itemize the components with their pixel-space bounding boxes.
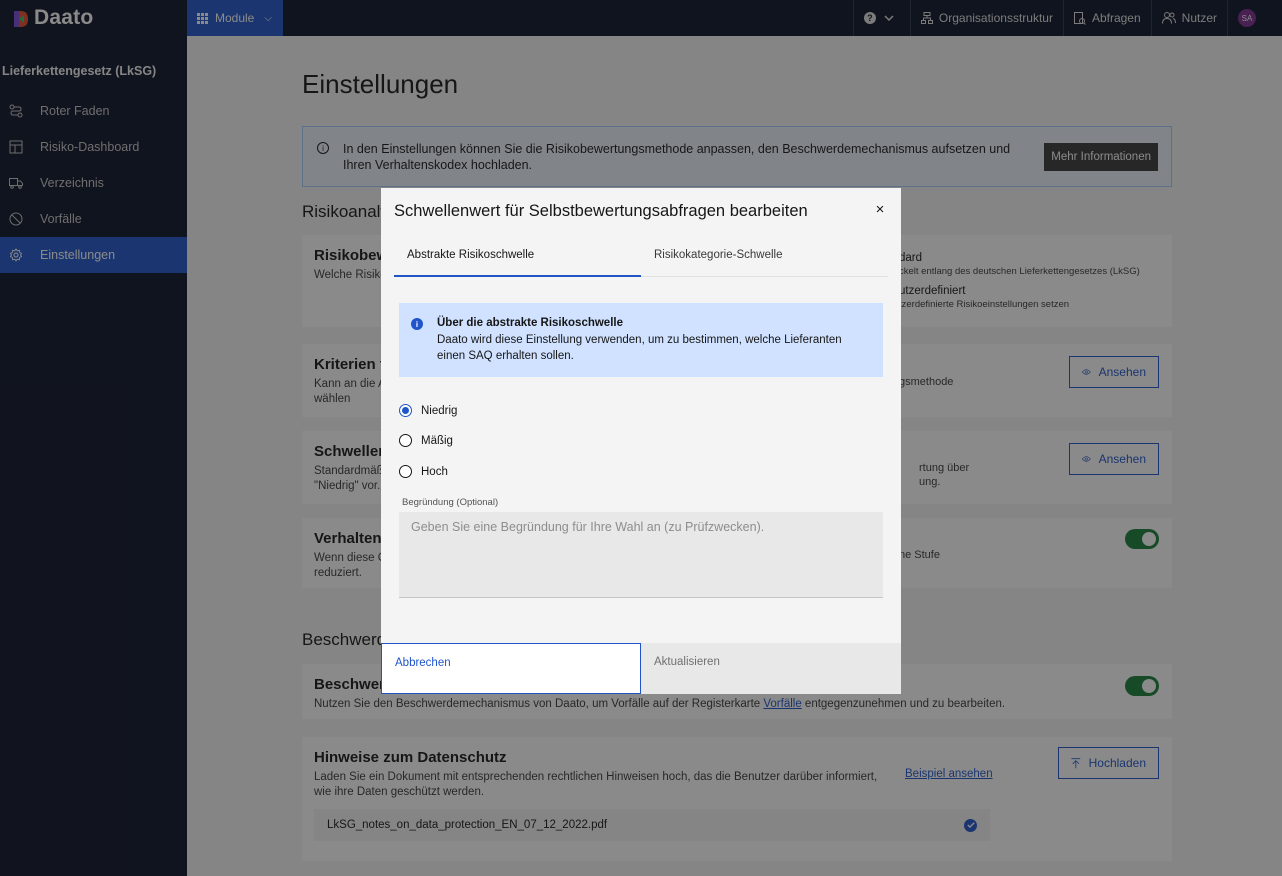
close-icon[interactable]: × bbox=[872, 201, 888, 218]
cancel-button[interactable]: Abbrechen bbox=[381, 643, 641, 694]
modal-tabs: Abstrakte Risikoschwelle Risikokategorie… bbox=[394, 240, 888, 277]
radio-option-hoch[interactable]: Hoch bbox=[399, 465, 448, 478]
radio-option-maessig[interactable]: Mäßig bbox=[399, 434, 453, 447]
radio-button[interactable] bbox=[399, 465, 412, 478]
tab-abstract-threshold[interactable]: Abstrakte Risikoschwelle bbox=[394, 240, 641, 277]
radio-label: Mäßig bbox=[421, 434, 453, 447]
radio-option-niedrig[interactable]: Niedrig bbox=[399, 404, 457, 417]
update-button[interactable]: Aktualisieren bbox=[641, 643, 901, 694]
info-icon: i bbox=[411, 318, 423, 330]
notification-description: Daato wird diese Einstellung verwenden, … bbox=[437, 334, 842, 362]
radio-label: Niedrig bbox=[421, 404, 458, 417]
notification-title: Über die abstrakte Risikoschwelle bbox=[437, 317, 623, 329]
radio-label: Hoch bbox=[421, 465, 448, 478]
reason-textarea[interactable] bbox=[399, 512, 883, 598]
info-notification: i Über die abstrakte Risikoschwelle Daat… bbox=[399, 303, 883, 377]
reason-label: Begründung (Optional) bbox=[402, 497, 499, 508]
modal-footer: Abbrechen Aktualisieren bbox=[381, 643, 901, 694]
radio-button[interactable] bbox=[399, 434, 412, 447]
radio-button[interactable] bbox=[399, 404, 412, 417]
tab-category-threshold[interactable]: Risikokategorie-Schwelle bbox=[641, 240, 888, 277]
modal-title: Schwellenwert für Selbstbewertungsabfrag… bbox=[394, 202, 808, 220]
threshold-modal: Schwellenwert für Selbstbewertungsabfrag… bbox=[381, 188, 901, 694]
